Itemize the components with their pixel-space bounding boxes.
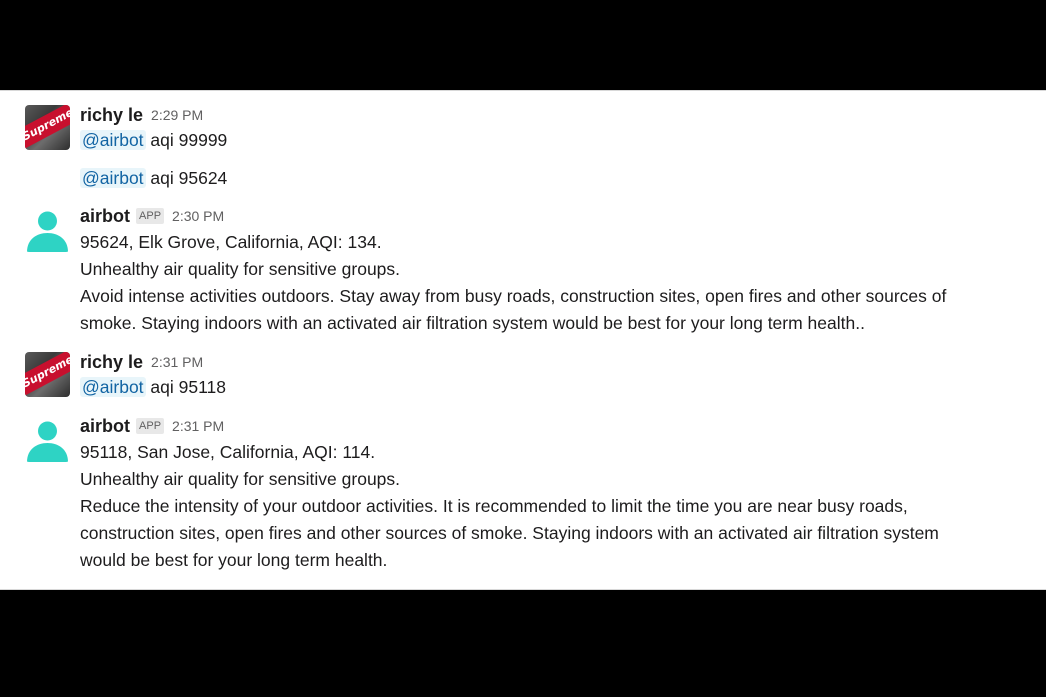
timestamp[interactable]: 2:31 PM <box>151 354 203 370</box>
message-header: richy le 2:29 PM <box>80 103 203 127</box>
mention-link[interactable]: @airbot <box>80 130 146 150</box>
sender-name[interactable]: airbot <box>80 206 130 227</box>
message-header: airbot APP 2:30 PM <box>80 204 224 228</box>
message-text: aqi 95118 <box>145 377 226 397</box>
mention-link[interactable]: @airbot <box>80 377 146 397</box>
timestamp[interactable]: 2:29 PM <box>151 107 203 123</box>
app-badge: APP <box>136 418 165 434</box>
supreme-logo-avatar[interactable]: Supreme <box>25 352 70 397</box>
person-icon[interactable] <box>25 417 70 462</box>
message-pane: Supreme richy le 2:29 PM @airbot aqi 999… <box>0 90 1046 590</box>
message-line: @airbot aqi 95118 <box>80 374 226 401</box>
message-header: airbot APP 2:31 PM <box>80 414 224 438</box>
sender-name[interactable]: richy le <box>80 105 143 126</box>
message-text: aqi 99999 <box>145 130 228 150</box>
message-line: Unhealthy air quality for sensitive grou… <box>80 469 401 489</box>
message-text: aqi 95624 <box>145 168 228 188</box>
message-line: construction sites, open fires and other… <box>80 523 939 543</box>
sender-name[interactable]: airbot <box>80 416 130 437</box>
message-line: @airbot aqi 95624 <box>80 165 227 192</box>
message-line: 95624, Elk Grove, California, AQI: 134. <box>80 232 382 252</box>
person-icon[interactable] <box>25 207 70 252</box>
supreme-logo-text: Supreme <box>25 105 70 149</box>
app-badge: APP <box>136 208 165 224</box>
message-line: Unhealthy air quality for sensitive grou… <box>80 259 401 279</box>
supreme-logo-avatar[interactable]: Supreme <box>25 105 70 150</box>
message-header: richy le 2:31 PM <box>80 350 203 374</box>
message-line: smoke. Staying indoors with an activated… <box>80 313 865 333</box>
supreme-logo-text: Supreme <box>25 352 70 396</box>
message-line: @airbot aqi 99999 <box>80 127 227 154</box>
message-line: Reduce the intensity of your outdoor act… <box>80 496 908 516</box>
message-line: 95118, San Jose, California, AQI: 114. <box>80 442 376 462</box>
timestamp[interactable]: 2:30 PM <box>172 208 224 224</box>
sender-name[interactable]: richy le <box>80 352 143 373</box>
message-line: would be best for your long term health. <box>80 550 388 570</box>
message-line: Avoid intense activities outdoors. Stay … <box>80 286 947 306</box>
mention-link[interactable]: @airbot <box>80 168 146 188</box>
timestamp[interactable]: 2:31 PM <box>172 418 224 434</box>
